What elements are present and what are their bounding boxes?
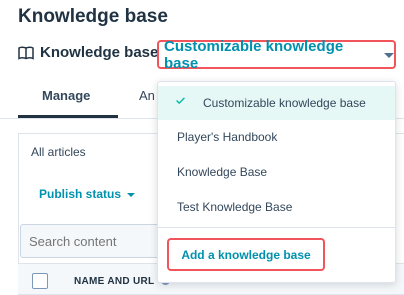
tab-manage[interactable]: Manage <box>42 88 90 103</box>
tab-active-indicator <box>18 115 118 118</box>
publish-status-label: Publish status <box>39 187 122 201</box>
add-knowledge-base-button[interactable]: Add a knowledge base <box>167 238 325 271</box>
kb-option-label: Test Knowledge Base <box>177 200 293 214</box>
chevron-down-icon <box>384 53 394 58</box>
kb-option-players-handbook[interactable]: Player's Handbook <box>158 120 395 154</box>
kb-option-label: Customizable knowledge base <box>203 96 366 110</box>
kb-selector-label: Knowledge base: <box>40 44 164 61</box>
kb-selector-value: Customizable knowledge base <box>164 37 344 72</box>
select-all-checkbox[interactable] <box>32 273 48 289</box>
checkmark-icon <box>176 97 185 104</box>
kb-option-test-knowledge-base[interactable]: Test Knowledge Base <box>158 190 395 224</box>
kb-selector-row: Knowledge base: <box>18 44 163 61</box>
kb-option-customizable[interactable]: Customizable knowledge base <box>158 86 395 120</box>
kb-option-label: Knowledge Base <box>177 165 268 179</box>
kb-option-knowledge-base[interactable]: Knowledge Base <box>158 155 395 189</box>
chevron-down-icon <box>127 192 136 197</box>
page-title: Knowledge base <box>18 6 168 27</box>
all-articles-heading: All articles <box>31 145 86 159</box>
publish-status-filter[interactable]: Publish status <box>39 187 136 201</box>
tab-analyze[interactable]: An <box>139 88 155 103</box>
column-name-and-url[interactable]: NAME AND URL <box>74 276 154 287</box>
kb-selector-dropdown[interactable]: Customizable knowledge base <box>157 37 396 72</box>
search-input[interactable] <box>20 224 180 258</box>
dropdown-divider <box>158 227 395 228</box>
kb-option-label: Player's Handbook <box>177 130 278 144</box>
book-icon <box>18 46 34 60</box>
